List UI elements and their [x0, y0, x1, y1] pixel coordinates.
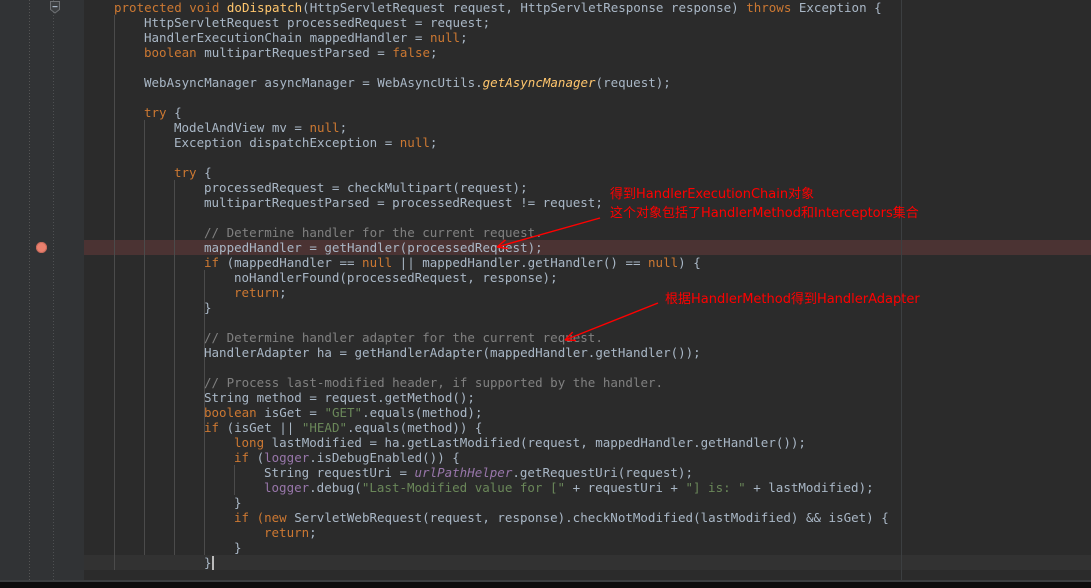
annotation-arrow — [564, 302, 659, 342]
window-bottom-edge — [0, 582, 1091, 588]
code-editor[interactable]: 9009019029039049059069079089099109119129… — [0, 0, 1091, 588]
